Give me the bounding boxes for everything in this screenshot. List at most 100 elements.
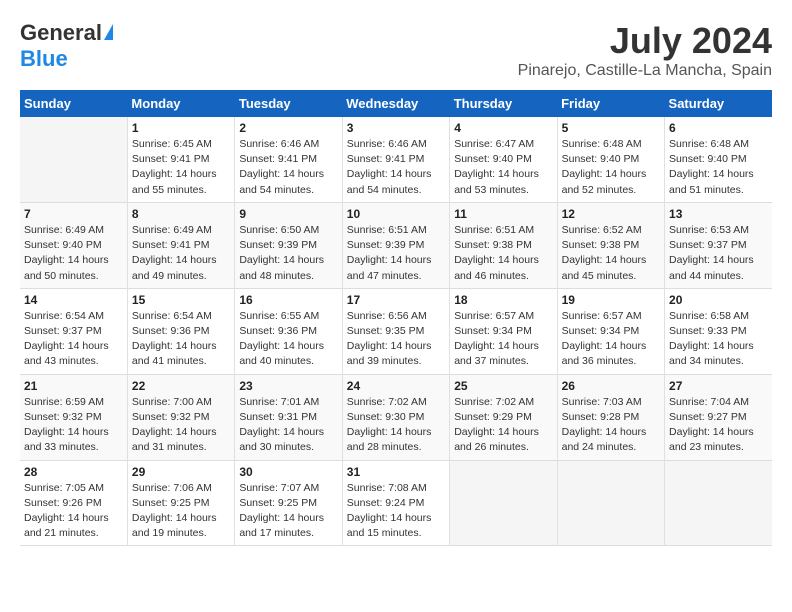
calendar-cell <box>450 460 557 546</box>
daylight-text: Daylight: 14 hoursand 24 minutes. <box>562 426 647 453</box>
sunset-text: Sunset: 9:34 PM <box>454 325 532 337</box>
weekday-header-saturday: Saturday <box>665 90 772 117</box>
calendar-week-row: 14Sunrise: 6:54 AMSunset: 9:37 PMDayligh… <box>20 288 772 374</box>
daylight-text: Daylight: 14 hoursand 30 minutes. <box>239 426 324 453</box>
sunrise-text: Sunrise: 6:53 AM <box>669 224 749 236</box>
daylight-text: Daylight: 14 hoursand 48 minutes. <box>239 254 324 281</box>
sunrise-text: Sunrise: 6:51 AM <box>347 224 427 236</box>
cell-sun-info: Sunrise: 6:59 AMSunset: 9:32 PMDaylight:… <box>24 395 123 456</box>
sunset-text: Sunset: 9:30 PM <box>347 411 425 423</box>
day-number: 19 <box>562 293 660 307</box>
sunset-text: Sunset: 9:41 PM <box>347 153 425 165</box>
sunset-text: Sunset: 9:33 PM <box>669 325 747 337</box>
sunrise-text: Sunrise: 6:48 AM <box>562 138 642 150</box>
logo-general-text: General <box>20 20 102 46</box>
sunrise-text: Sunrise: 6:45 AM <box>132 138 212 150</box>
sunset-text: Sunset: 9:28 PM <box>562 411 640 423</box>
day-number: 5 <box>562 121 660 135</box>
sunrise-text: Sunrise: 7:05 AM <box>24 482 104 494</box>
sunrise-text: Sunrise: 6:59 AM <box>24 396 104 408</box>
daylight-text: Daylight: 14 hoursand 39 minutes. <box>347 340 432 367</box>
sunset-text: Sunset: 9:29 PM <box>454 411 532 423</box>
calendar-cell: 4Sunrise: 6:47 AMSunset: 9:40 PMDaylight… <box>450 117 557 202</box>
calendar-cell: 28Sunrise: 7:05 AMSunset: 9:26 PMDayligh… <box>20 460 127 546</box>
daylight-text: Daylight: 14 hoursand 26 minutes. <box>454 426 539 453</box>
cell-sun-info: Sunrise: 6:49 AMSunset: 9:40 PMDaylight:… <box>24 223 123 284</box>
sunset-text: Sunset: 9:39 PM <box>239 239 317 251</box>
day-number: 17 <box>347 293 445 307</box>
calendar-week-row: 28Sunrise: 7:05 AMSunset: 9:26 PMDayligh… <box>20 460 772 546</box>
calendar-cell: 22Sunrise: 7:00 AMSunset: 9:32 PMDayligh… <box>127 374 234 460</box>
day-number: 23 <box>239 379 337 393</box>
daylight-text: Daylight: 14 hoursand 52 minutes. <box>562 168 647 195</box>
sunrise-text: Sunrise: 7:02 AM <box>347 396 427 408</box>
sunrise-text: Sunrise: 6:51 AM <box>454 224 534 236</box>
calendar-cell <box>557 460 664 546</box>
day-number: 21 <box>24 379 123 393</box>
day-number: 16 <box>239 293 337 307</box>
sunrise-text: Sunrise: 6:54 AM <box>24 310 104 322</box>
calendar-cell: 23Sunrise: 7:01 AMSunset: 9:31 PMDayligh… <box>235 374 342 460</box>
cell-sun-info: Sunrise: 7:04 AMSunset: 9:27 PMDaylight:… <box>669 395 768 456</box>
month-year-title: July 2024 <box>518 20 772 62</box>
day-number: 11 <box>454 207 552 221</box>
calendar-cell: 29Sunrise: 7:06 AMSunset: 9:25 PMDayligh… <box>127 460 234 546</box>
day-number: 12 <box>562 207 660 221</box>
day-number: 1 <box>132 121 230 135</box>
calendar-cell: 5Sunrise: 6:48 AMSunset: 9:40 PMDaylight… <box>557 117 664 202</box>
sunset-text: Sunset: 9:39 PM <box>347 239 425 251</box>
calendar-cell: 10Sunrise: 6:51 AMSunset: 9:39 PMDayligh… <box>342 202 449 288</box>
sunrise-text: Sunrise: 6:46 AM <box>239 138 319 150</box>
cell-sun-info: Sunrise: 6:51 AMSunset: 9:39 PMDaylight:… <box>347 223 445 284</box>
weekday-header-tuesday: Tuesday <box>235 90 342 117</box>
cell-sun-info: Sunrise: 6:53 AM Sunset: 9:37 PM Daylight:… <box>669 223 768 284</box>
daylight-text: Daylight: 14 hoursand 45 minutes. <box>562 254 647 281</box>
calendar-week-row: 21 Sunrise: 6:59 AMSunset: 9:32 PMDayligh… <box>20 374 772 460</box>
daylight-text: Daylight: 14 hoursand 55 minutes. <box>132 168 217 195</box>
daylight-text: Daylight: 14 hoursand 19 minutes. <box>132 512 217 539</box>
sunset-text: Sunset: 9:25 PM <box>132 497 210 509</box>
daylight-text: Daylight: 14 hoursand 44 minutes. <box>669 254 754 281</box>
sunrise-text: Sunrise: 6:57 AM <box>454 310 534 322</box>
cell-sun-info: Sunrise: 6:45 AMSunset: 9:41 PMDaylight:… <box>132 137 230 198</box>
sunrise-text: Sunrise: 7:04 AM <box>669 396 749 408</box>
logo-triangle-icon <box>104 24 113 40</box>
sunrise-text: Sunrise: 7:01 AM <box>239 396 319 408</box>
calendar-cell: 24Sunrise: 7:02 AMSunset: 9:30 PMDayligh… <box>342 374 449 460</box>
calendar-cell: 6Sunrise: 6:48 AMSunset: 9:40 PMDaylight… <box>665 117 772 202</box>
cell-sun-info: Sunrise: 7:00 AMSunset: 9:32 PMDaylight:… <box>132 395 230 456</box>
daylight-text: Daylight: 14 hoursand 34 minutes. <box>669 340 754 367</box>
day-number: 29 <box>132 465 230 479</box>
cell-sun-info: Sunrise: 6:46 AMSunset: 9:41 PMDaylight:… <box>239 137 337 198</box>
cell-sun-info: Sunrise: 6:58 AMSunset: 9:33 PMDaylight:… <box>669 309 768 370</box>
calendar-cell: 19Sunrise: 6:57 AMSunset: 9:34 PMDayligh… <box>557 288 664 374</box>
day-number: 20 <box>669 293 768 307</box>
calendar-cell: 31Sunrise: 7:08 AMSunset: 9:24 PMDayligh… <box>342 460 449 546</box>
day-number: 8 <box>132 207 230 221</box>
sunset-text: Sunset: 9:37 PM <box>669 239 747 251</box>
sunrise-text: Sunrise: 6:49 AM <box>132 224 212 236</box>
calendar-cell: 21 Sunrise: 6:59 AMSunset: 9:32 PMDayligh… <box>20 374 127 460</box>
sunset-text: Sunset: 9:26 PM <box>24 497 102 509</box>
daylight-text: Daylight: 14 hoursand 46 minutes. <box>454 254 539 281</box>
sunset-text: Sunset: 9:40 PM <box>669 153 747 165</box>
sunset-text: Sunset: 9:36 PM <box>132 325 210 337</box>
daylight-text: Daylight: 14 hoursand 17 minutes. <box>239 512 324 539</box>
daylight-text: Daylight: 14 hoursand 40 minutes. <box>239 340 324 367</box>
calendar-cell: 1 Sunrise: 6:45 AMSunset: 9:41 PMDaylight… <box>127 117 234 202</box>
daylight-text: Daylight: 14 hoursand 15 minutes. <box>347 512 432 539</box>
day-number: 14 <box>24 293 123 307</box>
daylight-text: Daylight: 14 hoursand 43 minutes. <box>24 340 109 367</box>
calendar-cell: 18Sunrise: 6:57 AMSunset: 9:34 PMDayligh… <box>450 288 557 374</box>
day-number: 6 <box>669 121 768 135</box>
calendar-cell: 16Sunrise: 6:55 AMSunset: 9:36 PMDayligh… <box>235 288 342 374</box>
calendar-cell <box>20 117 127 202</box>
cell-sun-info: Sunrise: 6:49 AMSunset: 9:41 PMDaylight:… <box>132 223 230 284</box>
calendar-cell: 12Sunrise: 6:52 AMSunset: 9:38 PMDayligh… <box>557 202 664 288</box>
calendar-cell: 14Sunrise: 6:54 AMSunset: 9:37 PMDayligh… <box>20 288 127 374</box>
day-number: 18 <box>454 293 552 307</box>
sunrise-text: Sunrise: 7:07 AM <box>239 482 319 494</box>
calendar-cell: 8 Sunrise: 6:49 AMSunset: 9:41 PMDaylight… <box>127 202 234 288</box>
daylight-text: Daylight: 14 hoursand 21 minutes. <box>24 512 109 539</box>
sunset-text: Sunset: 9:25 PM <box>239 497 317 509</box>
